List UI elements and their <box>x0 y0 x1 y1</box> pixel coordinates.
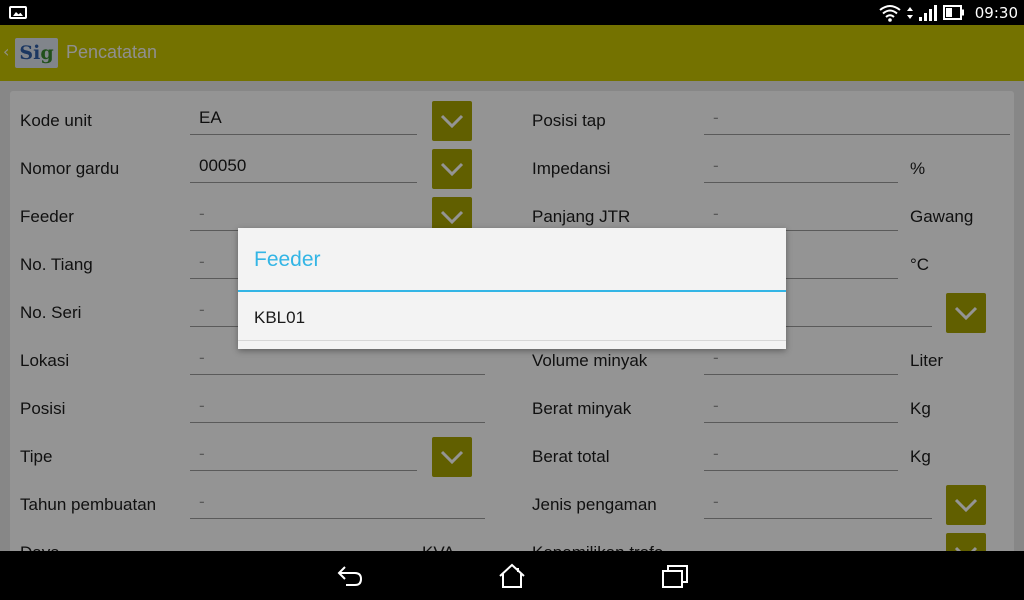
feeder-dialog: Feeder KBL01 <box>238 228 786 349</box>
dialog-list-item-label: KBL01 <box>254 308 306 327</box>
list-divider <box>238 340 786 341</box>
back-icon[interactable] <box>336 563 366 589</box>
data-arrows-icon <box>906 6 913 19</box>
gallery-icon <box>9 6 27 19</box>
status-bar: 09:30 <box>0 0 1024 25</box>
dialog-list-item[interactable]: KBL01 <box>238 292 786 341</box>
wifi-icon <box>879 4 901 22</box>
battery-icon <box>942 5 964 20</box>
clock: 09:30 <box>974 3 1018 22</box>
status-icons: 09:30 <box>879 0 1018 25</box>
navigation-bar <box>0 551 1024 600</box>
home-icon[interactable] <box>497 563 527 589</box>
recents-icon[interactable] <box>660 563 690 589</box>
signal-icon <box>918 4 937 21</box>
dialog-title: Feeder <box>254 248 321 271</box>
screen: 09:30 ‹ Sig Pencatatan Kode unit EA Nomo… <box>0 0 1024 600</box>
